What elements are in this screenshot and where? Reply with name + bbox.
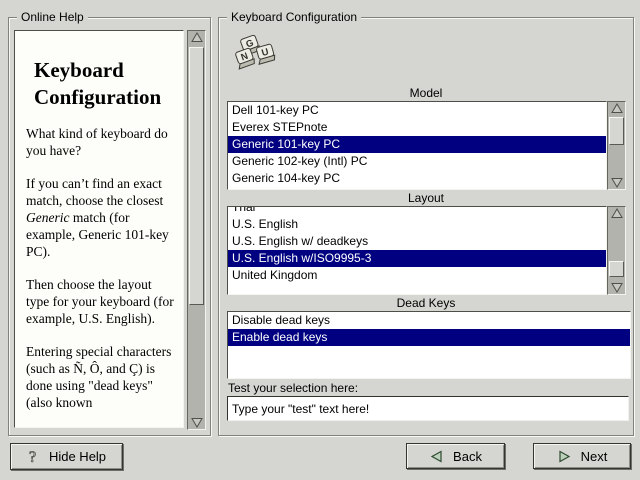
gnu-keyboard-keys-icon: G N U [231,34,277,77]
list-item[interactable]: U.S. English w/ deadkeys [228,233,606,250]
list-item[interactable]: Generic 102-key (Intl) PC [228,153,606,170]
test-selection-label: Test your selection here: [228,381,358,395]
list-item[interactable]: Disable dead keys [228,312,630,329]
list-item[interactable]: Enable dead keys [228,329,630,346]
scroll-down-icon[interactable] [609,281,624,294]
model-list[interactable]: Dell 101-key PCEverex STEPnoteGeneric 10… [227,101,607,190]
dead-keys-list[interactable]: Disable dead keysEnable dead keys [227,311,631,379]
next-button-label: Next [581,449,608,464]
list-item[interactable]: U.S. English [228,216,606,233]
list-item[interactable]: U.S. English w/ISO9995-3 [228,250,606,267]
model-scrollbar[interactable] [607,101,626,190]
online-help-frame-label: Online Help [17,10,88,24]
help-paragraph: If you can’t find an exact match, choose… [26,175,178,260]
scroll-up-icon[interactable] [609,102,624,115]
help-body: Keyboard Configuration What kind of keyb… [15,57,183,411]
back-button-label: Back [453,449,482,464]
help-text-view: Keyboard Configuration What kind of keyb… [14,30,184,428]
keyboard-configuration-frame: Keyboard Configuration G N U Model Dell … [218,17,634,436]
hide-help-button-label: Hide Help [49,449,106,464]
right-arrow-icon [557,449,572,464]
help-heading: Keyboard Configuration [34,57,178,111]
scroll-up-icon[interactable] [189,31,204,44]
list-item[interactable]: Thai [228,206,606,216]
left-arrow-icon [429,449,444,464]
help-paragraph: Then choose the layout type for your key… [26,276,178,327]
scroll-up-icon[interactable] [609,207,624,220]
help-heading-line1: Keyboard [34,57,178,84]
layout-scrollbar-thumb[interactable] [609,261,624,277]
model-scrollbar-thumb[interactable] [609,117,624,145]
hide-help-button[interactable]: ? Hide Help [10,443,123,470]
list-item[interactable]: Generic 104-key PC [228,170,606,187]
help-heading-line2: Configuration [34,84,178,111]
help-paragraph: What kind of keyboard do you have? [26,125,178,159]
online-help-frame: Online Help Keyboard Configuration What … [8,17,211,436]
dead-keys-label: Dead Keys [227,296,625,310]
help-paragraphs: What kind of keyboard do you have? If you… [26,125,178,411]
svg-text:?: ? [29,449,36,465]
model-label: Model [227,86,625,100]
scroll-down-icon[interactable] [609,176,624,189]
layout-scrollbar[interactable] [607,206,626,295]
installer-screen: { "colors": { "background": "#d5d5d1", "… [0,0,640,480]
layout-list[interactable]: ThaiU.S. EnglishU.S. English w/ deadkeys… [227,206,607,295]
help-scrollbar-thumb[interactable] [189,47,204,305]
list-item[interactable]: United Kingdom [228,267,606,284]
list-item[interactable]: Everex STEPnote [228,119,606,136]
question-mark-icon: ? [27,448,40,465]
next-button[interactable]: Next [533,443,631,469]
help-paragraph: Entering special characters (such as Ñ, … [26,343,178,411]
back-button[interactable]: Back [406,443,505,469]
layout-label: Layout [227,191,625,205]
scroll-down-icon[interactable] [189,416,204,429]
help-scrollbar[interactable] [187,30,206,430]
list-item[interactable]: Generic 101-key PC [228,136,606,153]
list-item[interactable]: Dell 101-key PC [228,102,606,119]
keyboard-configuration-frame-label: Keyboard Configuration [227,10,361,24]
test-text-input[interactable] [227,396,629,421]
